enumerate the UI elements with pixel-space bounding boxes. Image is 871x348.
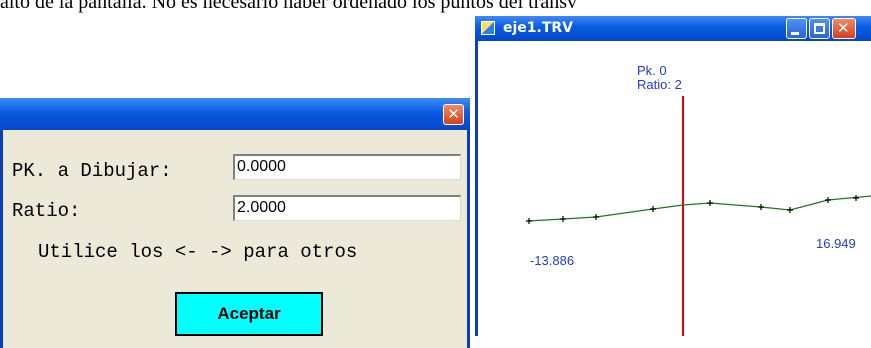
terrain-profile <box>527 195 871 222</box>
ratio-label: Ratio: <box>12 200 81 222</box>
left-offset-label: -13.886 <box>530 253 575 268</box>
minimize-button[interactable] <box>786 18 807 39</box>
accept-button[interactable]: Aceptar <box>175 292 323 336</box>
maximize-icon <box>814 23 825 34</box>
close-icon: ✕ <box>837 19 850 37</box>
minimize-icon <box>791 32 799 35</box>
pk-label: PK. a Dibujar: <box>12 160 172 182</box>
maximize-button[interactable] <box>809 18 830 39</box>
ratio-input[interactable]: 2.0000 <box>233 195 461 221</box>
dialog-close-button[interactable]: ✕ <box>443 104 464 125</box>
right-offset-label: 16.949 <box>816 236 856 251</box>
document-text-line: alto de la pantalla. No es necesario hab… <box>0 0 578 13</box>
profile-vertices <box>526 195 859 224</box>
pk-input[interactable]: 0.0000 <box>233 154 461 180</box>
pk-caption: Pk. 0 <box>637 63 667 78</box>
window-titlebar[interactable]: eje1.TRV ✕ <box>475 16 871 41</box>
dialog-titlebar[interactable]: ✕ <box>0 98 470 130</box>
trv-window: eje1.TRV ✕ Pk. 0 Ratio: 2 -13.886 16.949 <box>475 16 871 336</box>
app-icon <box>481 21 495 35</box>
window-close-button[interactable]: ✕ <box>832 18 856 39</box>
close-icon: ✕ <box>447 105 460 123</box>
window-title: eje1.TRV <box>503 20 574 36</box>
hint-text: Utilice los <- -> para otros <box>38 241 358 263</box>
ratio-caption: Ratio: 2 <box>637 77 682 92</box>
pk-dialog: ✕ PK. a Dibujar: 0.0000 Ratio: 2.0000 Ut… <box>0 98 470 348</box>
